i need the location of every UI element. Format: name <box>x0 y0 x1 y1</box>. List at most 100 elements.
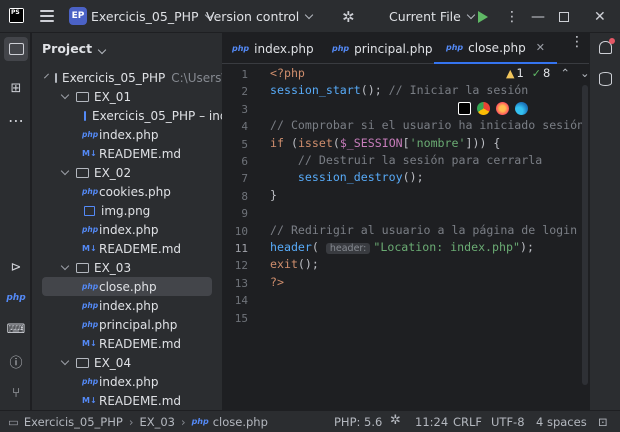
main-menu-icon[interactable] <box>40 10 54 22</box>
line-number: 9 <box>241 207 248 221</box>
tree-item-label: EX_02 <box>94 165 132 180</box>
php-version[interactable]: PHP: 5.6 <box>334 415 382 429</box>
code-line[interactable]: // Redirigir al usuario a la página de l… <box>270 223 577 237</box>
editor-scrollbar[interactable] <box>582 85 588 385</box>
run-button[interactable] <box>478 0 488 33</box>
tree-file[interactable]: php index.php <box>32 125 222 144</box>
minimize-button[interactable]: — <box>531 0 545 33</box>
tree-file[interactable]: php cookies.php <box>32 182 222 201</box>
run-config-select[interactable]: Current File <box>389 0 476 33</box>
more-actions-icon[interactable]: ⋮ <box>505 0 519 33</box>
structure-tool-button[interactable]: ⊞ <box>4 76 28 100</box>
close-window-button[interactable]: ✕ <box>594 0 606 33</box>
tree-item-label: cookies.php <box>99 184 171 199</box>
inspection-widget[interactable]: ▲ 1 ✓ 8 ⌃ ⌄ <box>506 66 590 80</box>
tab-close-php[interactable]: php close.php ✕ <box>434 33 557 64</box>
project-panel-title[interactable]: Project <box>42 41 107 56</box>
line-number: 5 <box>241 137 248 151</box>
phpstorm-preview-icon[interactable] <box>458 102 471 115</box>
tree-file[interactable]: M↓ READEME.md <box>32 334 222 353</box>
chevron-down-icon <box>466 10 476 20</box>
chevron-down-icon[interactable] <box>60 90 70 100</box>
tree-folder[interactable]: EX_04 <box>32 353 222 372</box>
folder-icon <box>76 167 89 178</box>
code-line[interactable]: if (isset($_SESSION['nombre'])) { <box>270 136 500 150</box>
tab-index-php[interactable]: php index.php <box>232 33 314 64</box>
problems-icon: ⓘ <box>9 355 23 371</box>
image-file-icon <box>84 110 86 121</box>
tree-folder[interactable]: EX_02 <box>32 163 222 182</box>
chrome-icon[interactable] <box>477 102 490 115</box>
tree-file[interactable]: php index.php <box>32 296 222 315</box>
services-tool-button[interactable]: ⊳ <box>4 255 28 279</box>
tree-file[interactable]: M↓ READEME.md <box>32 239 222 258</box>
chevron-down-icon[interactable] <box>60 356 70 366</box>
line-number-gutter: 1 2 3 4 5 6 7 8 9 10 11 12 13 14 15 <box>222 64 268 389</box>
breadcrumb-item[interactable]: Exercicis_05_PHP <box>24 415 123 429</box>
tree-file[interactable]: php close.php <box>42 277 212 296</box>
close-tab-icon[interactable]: ✕ <box>536 41 545 54</box>
markdown-file-icon: M↓ <box>82 244 97 253</box>
firefox-icon[interactable] <box>496 102 509 115</box>
tab-options-icon[interactable]: ⋮ <box>570 35 584 49</box>
notification-dot <box>609 38 615 44</box>
indent-setting[interactable]: 4 spaces <box>536 415 587 429</box>
tree-file[interactable]: M↓ READEME.md <box>32 391 222 410</box>
tab-principal-php[interactable]: php principal.php <box>332 33 433 64</box>
code-line[interactable]: } <box>270 188 277 202</box>
code-line[interactable]: // Comprobar si el usuario ha iniciado s… <box>270 118 584 132</box>
tree-item-label: READEME.md <box>99 241 182 256</box>
chevron-down-icon <box>97 45 107 55</box>
debug-bug-icon[interactable]: ✲ <box>342 0 355 33</box>
tree-file[interactable]: img.png <box>32 201 222 220</box>
more-icon: ⋯ <box>8 110 24 130</box>
php-tool-button[interactable]: php <box>4 286 28 310</box>
chevron-down-icon[interactable] <box>44 73 49 79</box>
problems-tool-button[interactable]: ⓘ <box>4 349 28 373</box>
tree-folder[interactable]: EX_03 <box>32 258 222 277</box>
tree-folder[interactable]: Exercicis_05_PHP C:\Users\3 <box>32 68 222 87</box>
tree-file[interactable]: php principal.php <box>32 315 222 334</box>
line-number: 2 <box>241 85 248 99</box>
code-line[interactable]: exit(); <box>270 257 319 271</box>
file-encoding[interactable]: UTF-8 <box>491 415 525 429</box>
project-tool-button[interactable] <box>4 37 28 61</box>
lock-icon[interactable]: ⊡ <box>598 415 608 429</box>
code-line[interactable]: session_destroy(); <box>270 170 424 184</box>
chevron-down-icon[interactable] <box>60 166 70 176</box>
tree-file[interactable]: php index.php <box>32 372 222 391</box>
vcs-button[interactable]: Version control <box>206 0 314 33</box>
terminal-tool-button[interactable]: ⌨ <box>4 317 28 341</box>
tree-file[interactable]: php index.php <box>32 220 222 239</box>
terminal-icon: ⌨ <box>6 321 26 337</box>
chevron-down-icon[interactable] <box>60 261 70 271</box>
database-icon[interactable] <box>599 72 612 86</box>
previous-highlight-icon[interactable]: ⌃ <box>560 66 570 80</box>
more-tools-button[interactable]: ⋯ <box>4 108 28 132</box>
browser-preview-bar <box>458 102 528 115</box>
cursor-position[interactable]: 11:24 <box>415 415 448 429</box>
tree-folder[interactable]: EX_01 <box>32 87 222 106</box>
code-editor[interactable]: <?php session_start(); // Iniciar la sesi… <box>268 64 588 389</box>
project-panel: Project Exercicis_05_PHP C:\Users\3 EX_01 E… <box>32 33 222 410</box>
project-name-button[interactable]: Exercicis_05_PHP <box>91 0 213 33</box>
check-icon: ✓ <box>531 66 542 80</box>
tree-file[interactable]: M↓ READEME.md <box>32 144 222 163</box>
code-line[interactable]: <?php <box>270 66 305 80</box>
structure-icon: ⊞ <box>10 80 22 96</box>
line-separator[interactable]: CRLF <box>453 415 482 429</box>
tree-file[interactable]: Exercicis_05_PHP – inde <box>32 106 222 125</box>
edge-icon[interactable] <box>515 102 528 115</box>
debug-status-icon[interactable]: ✲ <box>390 413 401 428</box>
code-line[interactable]: session_start(); // Iniciar la sesión <box>270 83 528 97</box>
maximize-button[interactable] <box>559 0 569 33</box>
code-line[interactable]: ?> <box>270 275 284 289</box>
php-icon: php <box>6 293 26 303</box>
code-line[interactable]: header( header: "Location: index.php"); <box>270 240 534 254</box>
code-line[interactable]: // Destruir la sesión para cerrarla <box>270 153 542 167</box>
chevron-down-icon <box>305 10 314 20</box>
breadcrumb-item[interactable]: close.php <box>213 415 268 429</box>
git-tool-button[interactable]: ⑂ <box>4 381 28 405</box>
breadcrumb-item[interactable]: EX_03 <box>139 415 175 429</box>
project-badge[interactable]: EP <box>69 7 87 25</box>
